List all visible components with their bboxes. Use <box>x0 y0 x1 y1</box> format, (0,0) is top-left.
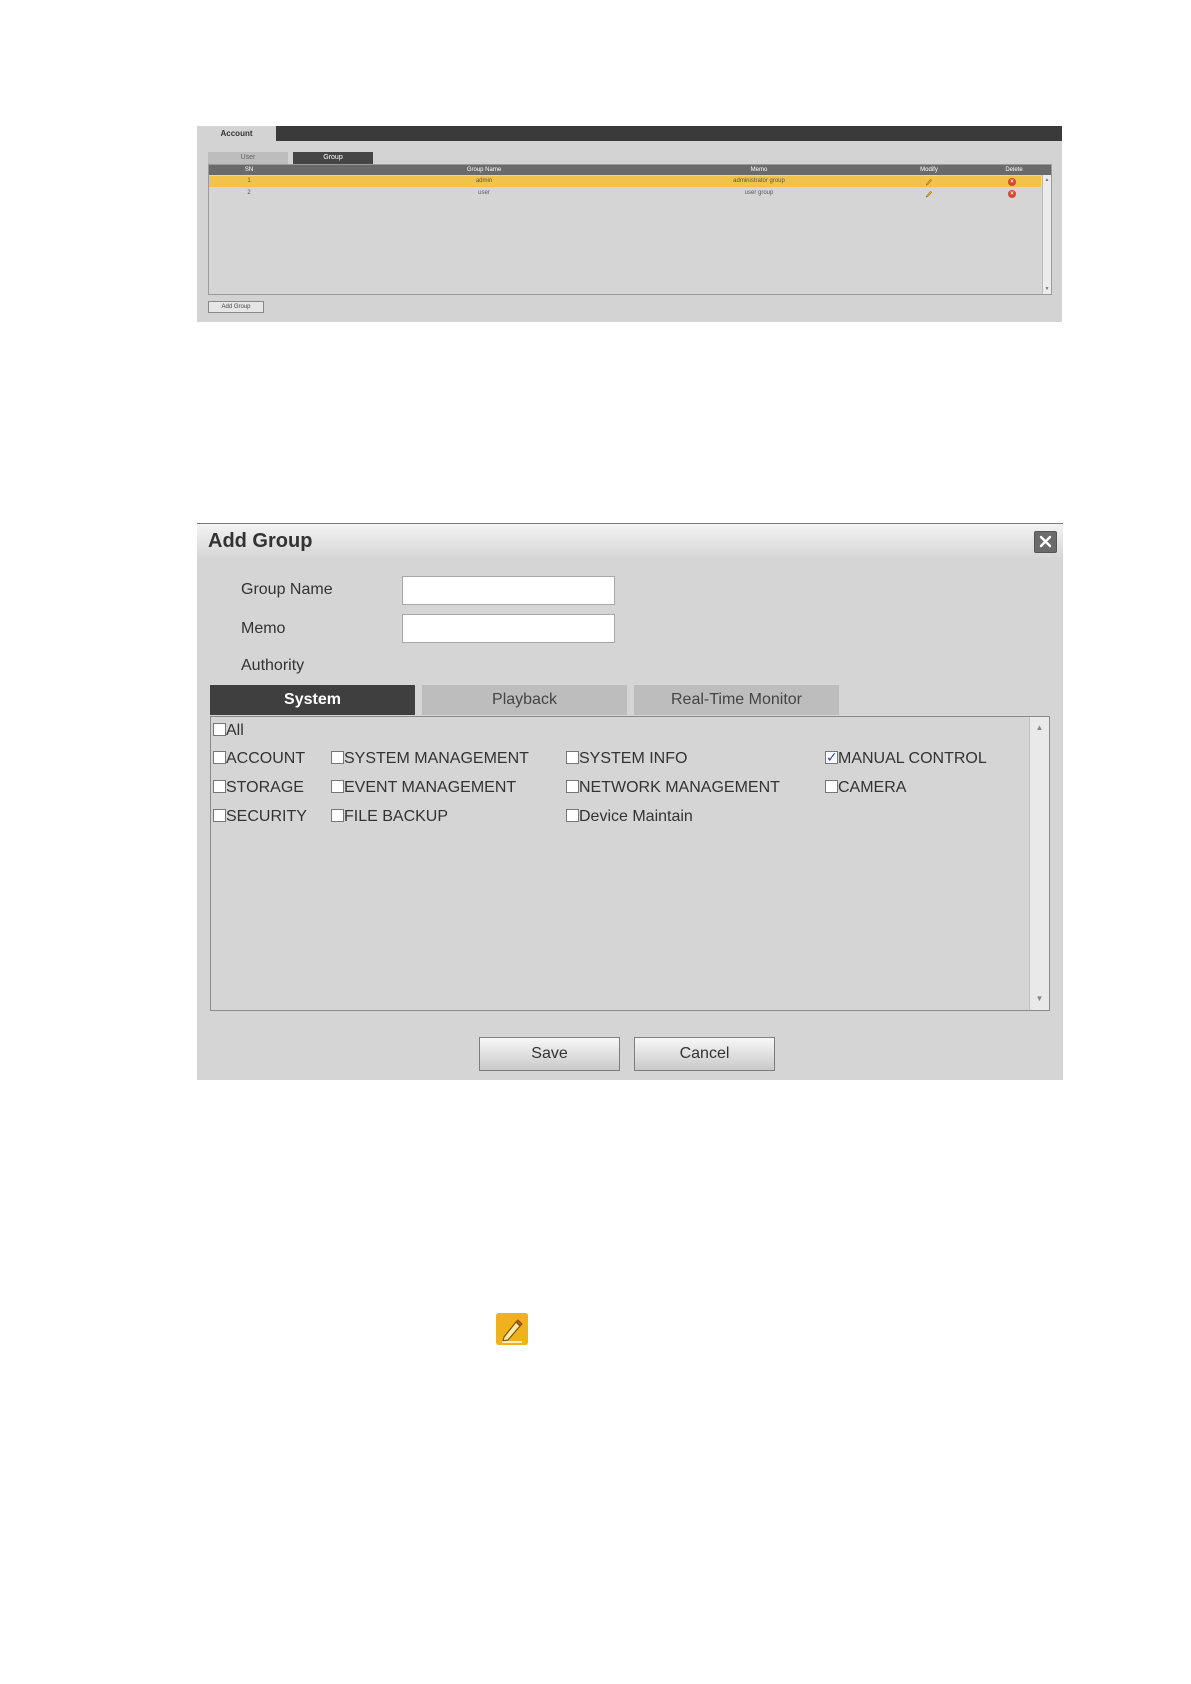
close-icon <box>1039 535 1052 548</box>
row-sn: 2 <box>247 190 251 196</box>
permission-label: MANUAL CONTROL <box>838 750 987 767</box>
permission-all[interactable]: All <box>213 722 244 740</box>
checkbox-storage[interactable] <box>213 780 226 793</box>
table-row[interactable]: 2 user user group × <box>209 188 1041 199</box>
pencil-icon <box>496 1313 528 1345</box>
permission-label: SYSTEM INFO <box>579 750 688 767</box>
row-memo: user group <box>744 190 774 196</box>
dialog-title: Add Group <box>208 530 313 552</box>
checkbox-camera[interactable] <box>825 780 838 793</box>
permission-label: FILE BACKUP <box>344 808 449 825</box>
permission-file-backup[interactable]: FILE BACKUP <box>331 808 448 826</box>
column-header-modify: Modify <box>920 167 938 173</box>
permission-label: STORAGE <box>226 779 304 796</box>
permission-event-management[interactable]: EVENT MANAGEMENT <box>331 779 516 797</box>
checkbox-device-maintain[interactable] <box>566 809 579 822</box>
permission-label: ACCOUNT <box>226 750 306 767</box>
permission-label: SYSTEM MANAGEMENT <box>344 750 529 767</box>
group-table-header: SN Group Name Memo Modify Delete <box>209 165 1051 175</box>
checkbox-system-info[interactable] <box>566 751 579 764</box>
column-header-group-name: Group Name <box>466 167 502 173</box>
dialog-titlebar[interactable]: Add Group <box>197 523 1063 558</box>
add-group-button[interactable]: Add Group <box>208 301 264 313</box>
checkbox-system-management[interactable] <box>331 751 344 764</box>
tab-real-time-monitor[interactable]: Real-Time Monitor <box>634 685 839 715</box>
modify-icon <box>496 1313 528 1345</box>
table-scrollbar[interactable]: ▲ ▼ <box>1042 175 1051 294</box>
modify-icon[interactable] <box>925 177 933 186</box>
permission-label: All <box>226 722 244 739</box>
permission-storage[interactable]: STORAGE <box>213 779 304 797</box>
scroll-up-icon[interactable]: ▲ <box>1044 177 1050 183</box>
tab-playback[interactable]: Playback <box>422 685 627 715</box>
group-table: SN Group Name Memo Modify Delete 1 admin… <box>208 164 1052 295</box>
tab-account[interactable]: Account <box>197 126 276 141</box>
column-header-memo: Memo <box>750 167 768 173</box>
column-header-delete: Delete <box>1005 167 1023 173</box>
checkbox-account[interactable] <box>213 751 226 764</box>
permission-camera[interactable]: CAMERA <box>825 779 906 797</box>
close-button[interactable] <box>1034 531 1057 553</box>
delete-icon[interactable]: × <box>1008 189 1016 198</box>
account-header-bar <box>197 126 1062 141</box>
permission-label: CAMERA <box>838 779 907 796</box>
delete-icon[interactable]: × <box>1008 177 1016 186</box>
permission-system-management[interactable]: SYSTEM MANAGEMENT <box>331 750 529 768</box>
permission-label: EVENT MANAGEMENT <box>344 779 517 796</box>
checkbox-file-backup[interactable] <box>331 809 344 822</box>
permission-label: Device Maintain <box>579 808 693 825</box>
permission-manual-control[interactable]: MANUAL CONTROL <box>825 748 987 768</box>
permission-list: All ACCOUNT SYSTEM MANAGEMENT SYSTEM INF… <box>210 716 1050 1011</box>
permission-network-management[interactable]: NETWORK MANAGEMENT <box>566 779 780 797</box>
tab-system[interactable]: System <box>210 685 415 715</box>
permission-security[interactable]: SECURITY <box>213 808 307 826</box>
group-name-input[interactable] <box>402 576 615 605</box>
permission-system-info[interactable]: SYSTEM INFO <box>566 750 687 768</box>
permission-account[interactable]: ACCOUNT <box>213 750 305 768</box>
memo-label: Memo <box>241 620 286 637</box>
cancel-button[interactable]: Cancel <box>634 1037 775 1071</box>
row-sn: 1 <box>247 178 251 184</box>
modify-icon[interactable] <box>925 189 933 198</box>
save-button[interactable]: Save <box>479 1037 620 1071</box>
account-panel: Account User Group SN Group Name Memo Mo… <box>197 126 1062 322</box>
scroll-up-icon[interactable]: ▲ <box>1030 723 1049 733</box>
checkbox-manual-control[interactable] <box>825 748 838 766</box>
row-memo: administrator group <box>733 178 785 184</box>
row-group-name: user <box>478 190 490 196</box>
subtab-group[interactable]: Group <box>293 152 373 164</box>
checkbox-event-management[interactable] <box>331 780 344 793</box>
group-name-label: Group Name <box>241 581 333 598</box>
column-header-sn: SN <box>244 167 254 173</box>
memo-input[interactable] <box>402 614 615 643</box>
row-group-name: admin <box>475 178 493 184</box>
add-group-dialog: Add Group Group Name Memo Authority Syst… <box>197 523 1063 1080</box>
permission-device-maintain[interactable]: Device Maintain <box>566 808 693 826</box>
permission-scrollbar[interactable]: ▲ ▼ <box>1029 717 1049 1010</box>
authority-label: Authority <box>241 657 305 674</box>
permission-label: NETWORK MANAGEMENT <box>579 779 780 796</box>
table-row[interactable]: 1 admin administrator group × <box>209 176 1041 187</box>
subtab-user[interactable]: User <box>208 152 288 164</box>
checkbox-network-management[interactable] <box>566 780 579 793</box>
scroll-down-icon[interactable]: ▼ <box>1044 286 1050 292</box>
checkbox-all[interactable] <box>213 723 226 736</box>
permission-label: SECURITY <box>226 808 307 825</box>
scroll-down-icon[interactable]: ▼ <box>1030 994 1049 1004</box>
checkbox-security[interactable] <box>213 809 226 822</box>
